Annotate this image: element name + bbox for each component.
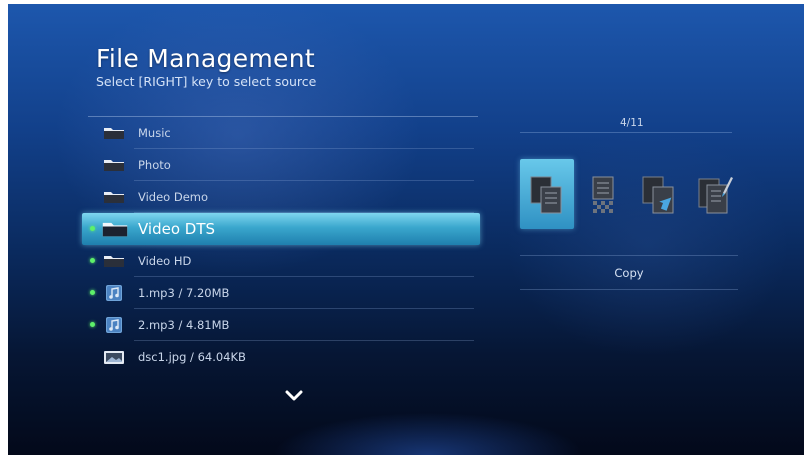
- list-item-video-dts[interactable]: Video DTS: [82, 213, 480, 245]
- marked-indicator: [90, 258, 95, 263]
- list-item-2-mp3[interactable]: 2.mp3 / 4.81MB: [82, 309, 482, 341]
- action-label-divider-top: [520, 255, 738, 256]
- list-item-label: Video Demo: [138, 190, 209, 204]
- selected-action-label: Copy: [614, 266, 644, 280]
- music-file-icon: [106, 317, 122, 333]
- action-toolbar: [520, 159, 740, 233]
- list-item-label: Photo: [138, 158, 171, 172]
- marked-indicator: [90, 322, 95, 327]
- action-label-divider-bottom: [520, 289, 738, 290]
- page-title: File Management: [96, 44, 315, 73]
- folder-icon: [104, 160, 124, 171]
- folder-icon: [104, 192, 124, 203]
- list-item-1-mp3[interactable]: 1.mp3 / 7.20MB: [82, 277, 482, 309]
- copy-button[interactable]: [520, 159, 574, 229]
- list-item-label: 2.mp3 / 4.81MB: [138, 318, 230, 332]
- list-item-label: Video DTS: [138, 220, 216, 238]
- list-item-label: Music: [138, 126, 171, 140]
- list-item-video-hd[interactable]: Video HD: [82, 245, 482, 277]
- delete-icon: [592, 176, 614, 213]
- file-list: Music Photo Video Demo Video DTS Video H…: [82, 116, 482, 373]
- rename-icon: [698, 177, 733, 214]
- marked-indicator: [90, 226, 95, 231]
- chevron-down-icon[interactable]: [284, 390, 304, 402]
- music-file-icon: [106, 285, 122, 301]
- rename-button[interactable]: [688, 159, 742, 229]
- copy-icon: [530, 176, 562, 214]
- delete-button[interactable]: [576, 159, 630, 229]
- media-player-screen: File Management Select [RIGHT] key to se…: [8, 4, 804, 455]
- list-item-video-demo[interactable]: Video Demo: [82, 181, 482, 213]
- list-item-label: 1.mp3 / 7.20MB: [138, 286, 230, 300]
- page-counter: 4/11: [620, 117, 644, 129]
- folder-icon: [102, 222, 128, 237]
- page-subtitle: Select [RIGHT] key to select source: [96, 74, 317, 89]
- list-item-dsc1-jpg[interactable]: dsc1.jpg / 64.04KB: [82, 341, 482, 373]
- move-icon: [642, 176, 674, 214]
- list-item-photo[interactable]: Photo: [82, 149, 482, 181]
- list-item-music[interactable]: Music: [82, 117, 482, 149]
- right-panel-divider: [520, 132, 732, 133]
- folder-icon: [104, 128, 124, 139]
- folder-icon: [104, 256, 124, 267]
- marked-indicator: [90, 290, 95, 295]
- move-button[interactable]: [632, 159, 686, 229]
- list-item-label: dsc1.jpg / 64.04KB: [138, 350, 246, 364]
- image-file-icon: [104, 351, 124, 364]
- list-item-label: Video HD: [138, 254, 192, 268]
